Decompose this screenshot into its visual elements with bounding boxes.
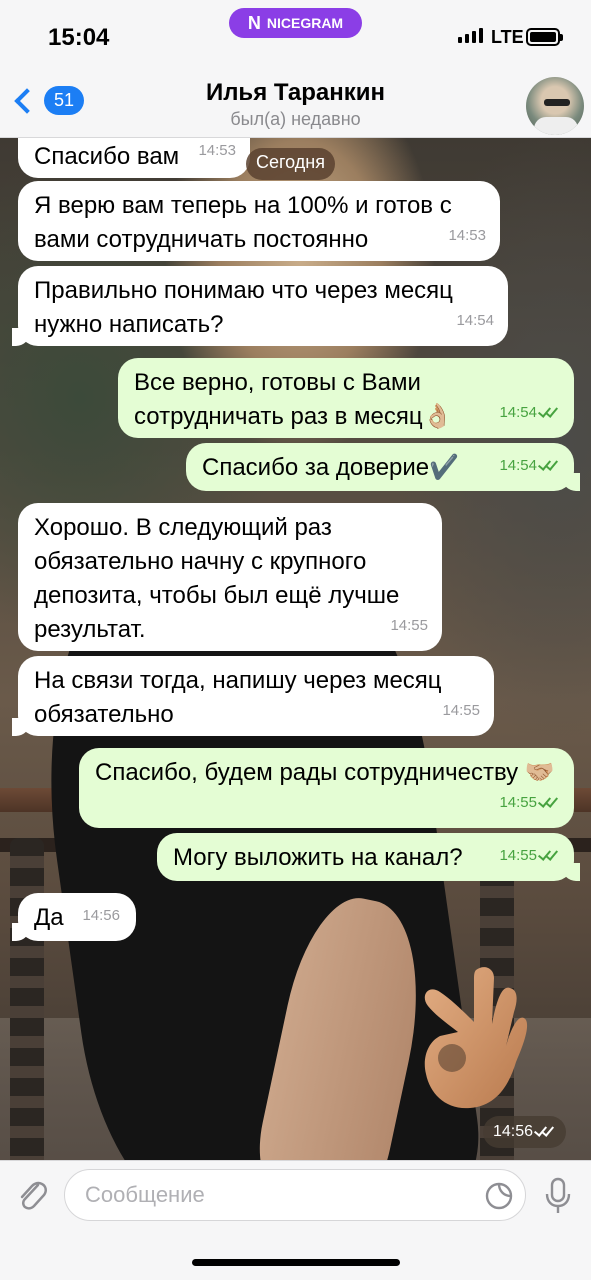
message-time: 14:55 — [499, 786, 560, 820]
message-incoming[interactable]: Правильно понимаю что через месяц нужно … — [12, 266, 508, 346]
message-time: 14:54 — [456, 312, 494, 329]
message-text: Все верно, готовы с Вами сотрудничать ра… — [134, 369, 453, 430]
message-text: Я верю вам теперь на 100% и готов с вами… — [34, 192, 452, 253]
status-time: 15:04 — [48, 24, 110, 51]
sticker-icon[interactable] — [484, 1181, 514, 1211]
message-outgoing[interactable]: Могу выложить на канал? 14:55 — [157, 833, 580, 881]
nicegram-badge[interactable]: N NICEGRAM — [229, 8, 362, 38]
message-incoming[interactable]: Я верю вам теперь на 100% и готов с вами… — [18, 181, 500, 261]
message-incoming[interactable]: На связи тогда, напишу через месяц обяза… — [12, 656, 494, 736]
message-time: 14:54 — [499, 449, 560, 483]
message-time: 14:54 — [499, 396, 560, 430]
message-time: 14:55 — [442, 702, 480, 719]
message-time: 14:53 — [448, 227, 486, 244]
message-time: 14:53 — [198, 142, 236, 159]
battery-icon — [526, 28, 563, 46]
read-ticks-icon — [540, 460, 560, 472]
chat-header: 15:04 N NICEGRAM LTE 51 Илья Таранкин бы… — [0, 0, 591, 138]
message-text: Спасибо за доверие✔️ — [202, 454, 460, 481]
home-indicator — [192, 1259, 400, 1266]
message-time: 14:56 — [483, 1116, 567, 1148]
message-text: Хорошо. В следующий раз обязательно начн… — [34, 514, 400, 643]
background-post — [10, 838, 44, 1160]
contact-status: был(а) недавно — [230, 109, 361, 129]
read-ticks-icon — [540, 797, 560, 809]
message-time: 14:55 — [499, 839, 560, 873]
message-text: Спасибо вам — [34, 143, 180, 170]
message-outgoing[interactable]: Все верно, готовы с Вами сотрудничать ра… — [118, 358, 574, 438]
cellular-signal-icon — [458, 28, 483, 43]
date-separator: Сегодня — [246, 148, 335, 180]
message-time: 14:55 — [390, 617, 428, 634]
network-type: LTE — [491, 27, 524, 47]
message-outgoing[interactable]: Спасибо, будем рады сотрудничеству 🤝🏼 14… — [79, 748, 574, 828]
read-ticks-icon — [536, 1126, 556, 1138]
read-ticks-icon — [540, 407, 560, 419]
message-text: Спасибо, будем рады сотрудничеству 🤝🏼 — [95, 759, 555, 786]
contact-name[interactable]: Илья Таранкин — [0, 79, 591, 107]
ok-hand-sticker[interactable] — [418, 962, 528, 1112]
message-outgoing[interactable]: Спасибо за доверие✔️ 14:54 — [186, 443, 580, 491]
message-incoming[interactable]: Спасибо вам 14:53 — [18, 138, 250, 178]
read-ticks-icon — [540, 850, 560, 862]
message-text: Правильно понимаю что через месяц нужно … — [34, 277, 453, 338]
nicegram-logo-icon: N — [247, 12, 261, 33]
nicegram-label: NICEGRAM — [266, 15, 344, 31]
message-incoming[interactable]: Хорошо. В следующий раз обязательно начн… — [18, 503, 442, 651]
message-incoming[interactable]: Да 14:56 — [12, 893, 136, 941]
message-time: 14:56 — [82, 907, 120, 924]
paperclip-icon[interactable] — [14, 1175, 50, 1215]
message-text: Да — [34, 904, 64, 931]
avatar[interactable] — [526, 77, 584, 135]
message-text: На связи тогда, напишу через месяц обяза… — [34, 667, 442, 728]
microphone-icon[interactable] — [543, 1176, 573, 1216]
message-input[interactable] — [64, 1169, 526, 1221]
message-text: Могу выложить на канал? — [173, 844, 463, 871]
